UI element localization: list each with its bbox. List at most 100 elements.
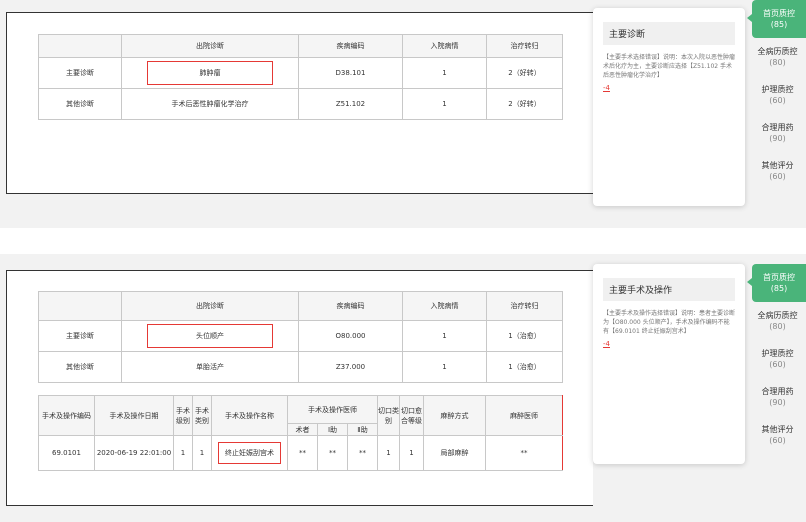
header-assistant-1: Ⅰ助 <box>317 423 348 436</box>
admission-cell: 1 <box>402 320 487 352</box>
tab-other-score[interactable]: 其他评分 (60) <box>749 152 806 190</box>
tab-other-score[interactable]: 其他评分 (60) <box>749 416 806 454</box>
tab-label: 首页质控 <box>763 273 795 282</box>
header-op-doctors: 手术及操作医师 <box>287 395 378 424</box>
header-op-name: 手术及操作名称 <box>211 395 288 436</box>
diagnosis-table: 出院诊断 疾病编码 入院病情 治疗转归 主要诊断 头位顺产 O80.000 1 … <box>38 291 563 383</box>
header-anesthesia: 麻醉方式 <box>423 395 486 436</box>
tab-homepage-qc[interactable]: 首页质控 (85) <box>747 264 806 302</box>
header-admission: 入院病情 <box>402 34 487 58</box>
operation-table: 手术及操作编码 手术及操作日期 手术级别 手术类别 手术及操作名称 手术及操作医… <box>38 395 563 471</box>
tab-score: (80) <box>769 58 786 67</box>
tab-label: 首页质控 <box>763 9 795 18</box>
tab-score: (60) <box>769 96 786 105</box>
tab-full-record-qc[interactable]: 全病历质控 (80) <box>749 38 806 76</box>
outcome-cell: 2（好转） <box>486 57 563 89</box>
tab-label: 其他评分 <box>761 425 794 434</box>
diagnosis-table: 出院诊断 疾病编码 入院病情 治疗转归 主要诊断 肺肿瘤 D38.101 1 2… <box>38 34 563 120</box>
header-assistant-2: Ⅱ助 <box>347 423 378 436</box>
record-document: 出院诊断 疾病编码 入院病情 治疗转归 主要诊断 肺肿瘤 D38.101 1 2… <box>6 12 593 194</box>
card-title: 主要手术及操作 <box>603 278 735 301</box>
row-type: 其他诊断 <box>38 88 122 120</box>
panel-main-operation: 出院诊断 疾病编码 入院病情 治疗转归 主要诊断 头位顺产 O80.000 1 … <box>0 254 806 522</box>
tab-score: (60) <box>769 172 786 181</box>
header-op-class: 手术类别 <box>192 395 212 436</box>
score-deduction-link[interactable]: -4 <box>603 340 735 348</box>
op-code-cell: 69.0101 <box>38 435 95 471</box>
tab-label: 合理用药 <box>761 387 794 396</box>
qc-tabs: 首页质控 (85) 全病历质控 (80) 护理质控 (60) 合理用药 (90) 其他评… <box>747 0 806 190</box>
tab-rational-drug[interactable]: 合理用药 (90) <box>749 114 806 152</box>
assistant-2-cell: ** <box>347 435 378 471</box>
header-code: 疾病编码 <box>298 34 403 58</box>
tab-nursing-qc[interactable]: 护理质控 (60) <box>749 340 806 378</box>
qc-issue-card: 主要手术及操作 【主要手术及操作选择错误】说明：患者主要诊断为【O80.000 … <box>593 264 745 464</box>
anesthesia-cell: 局部麻醉 <box>423 435 486 471</box>
tab-score: (85) <box>770 284 788 293</box>
header-surgeon: 术者 <box>287 423 318 436</box>
highlighted-operation[interactable]: 终止妊娠刮宫术 <box>218 442 281 464</box>
card-text: 【主要手术及操作选择错误】说明：患者主要诊断为【O80.000 头位顺产】，手术… <box>603 310 736 335</box>
tab-score: (80) <box>769 322 786 331</box>
anesthesiologist-cell: ** <box>485 435 563 471</box>
tab-score: (60) <box>769 360 786 369</box>
row-type: 其他诊断 <box>38 351 122 383</box>
op-date-cell: 2020-06-19 22:01:00 <box>94 435 174 471</box>
header-healing: 切口愈合等级 <box>399 395 424 436</box>
tab-score: (90) <box>769 398 786 407</box>
card-title: 主要诊断 <box>603 22 735 45</box>
header-outcome: 治疗转归 <box>486 291 563 321</box>
record-document: 出院诊断 疾病编码 入院病情 治疗转归 主要诊断 头位顺产 O80.000 1 … <box>6 270 593 506</box>
outcome-cell: 1（治愈） <box>486 320 563 352</box>
diagnosis-cell: 手术后恶性肿瘤化学治疗 <box>121 88 299 120</box>
diagnosis-cell: 肺肿瘤 <box>121 57 299 89</box>
header-op-date: 手术及操作日期 <box>94 395 174 436</box>
header-diagnosis: 出院诊断 <box>121 291 299 321</box>
score-deduction-link[interactable]: -4 <box>603 84 735 92</box>
table-row: 其他诊断 单胎活产 Z37.000 1 1（治愈） <box>38 351 563 383</box>
table-header-row: 出院诊断 疾病编码 入院病情 治疗转归 <box>38 34 563 58</box>
header-anesthesiologist: 麻醉医师 <box>485 395 563 436</box>
row-type: 主要诊断 <box>38 320 122 352</box>
admission-cell: 1 <box>402 88 487 120</box>
table-header-row: 出院诊断 疾病编码 入院病情 治疗转归 <box>38 291 563 321</box>
header-admission: 入院病情 <box>402 291 487 321</box>
table-header-row: 手术及操作编码 手术及操作日期 手术级别 手术类别 手术及操作名称 手术及操作医… <box>38 395 563 436</box>
table-row: 主要诊断 肺肿瘤 D38.101 1 2（好转） <box>38 57 563 89</box>
op-level-cell: 1 <box>173 435 193 471</box>
admission-cell: 1 <box>402 57 487 89</box>
row-type: 主要诊断 <box>38 57 122 89</box>
header-op-code: 手术及操作编码 <box>38 395 95 436</box>
diagnosis-cell: 头位顺产 <box>121 320 299 352</box>
card-text: 【主要手术选择错误】说明：本次入院以恶性肿瘤术后化疗为主，主要诊断应选择【Z51… <box>603 54 736 79</box>
table-row: 69.0101 2020-06-19 22:01:00 1 1 终止妊娠刮宫术 … <box>38 435 563 471</box>
healing-cell: 1 <box>399 435 424 471</box>
header-blank <box>38 34 122 58</box>
admission-cell: 1 <box>402 351 487 383</box>
highlighted-diagnosis[interactable]: 肺肿瘤 <box>147 61 273 85</box>
outcome-cell: 2（好转） <box>486 88 563 120</box>
header-code: 疾病编码 <box>298 291 403 321</box>
tab-nursing-qc[interactable]: 护理质控 (60) <box>749 76 806 114</box>
header-incision: 切口类别 <box>377 395 400 436</box>
incision-cell: 1 <box>377 435 400 471</box>
qc-issue-card: 主要诊断 【主要手术选择错误】说明：本次入院以恶性肿瘤术后化疗为主，主要诊断应选… <box>593 8 745 206</box>
tab-label: 护理质控 <box>761 349 794 358</box>
tab-label: 全病历质控 <box>757 311 798 320</box>
code-cell: D38.101 <box>298 57 403 89</box>
tab-label: 全病历质控 <box>757 47 798 56</box>
tab-score: (90) <box>769 134 786 143</box>
tab-full-record-qc[interactable]: 全病历质控 (80) <box>749 302 806 340</box>
op-class-cell: 1 <box>192 435 212 471</box>
diagnosis-cell: 单胎活产 <box>121 351 299 383</box>
highlighted-diagnosis[interactable]: 头位顺产 <box>147 324 273 348</box>
header-diagnosis: 出院诊断 <box>121 34 299 58</box>
panel-main-diagnosis: 出院诊断 疾病编码 入院病情 治疗转归 主要诊断 肺肿瘤 D38.101 1 2… <box>0 0 806 228</box>
code-cell: Z51.102 <box>298 88 403 120</box>
table-row: 主要诊断 头位顺产 O80.000 1 1（治愈） <box>38 320 563 352</box>
table-row: 其他诊断 手术后恶性肿瘤化学治疗 Z51.102 1 2（好转） <box>38 88 563 120</box>
tab-rational-drug[interactable]: 合理用药 (90) <box>749 378 806 416</box>
header-blank <box>38 291 122 321</box>
tab-homepage-qc[interactable]: 首页质控 (85) <box>747 0 806 38</box>
qc-tabs: 首页质控 (85) 全病历质控 (80) 护理质控 (60) 合理用药 (90) 其他评… <box>747 264 806 454</box>
